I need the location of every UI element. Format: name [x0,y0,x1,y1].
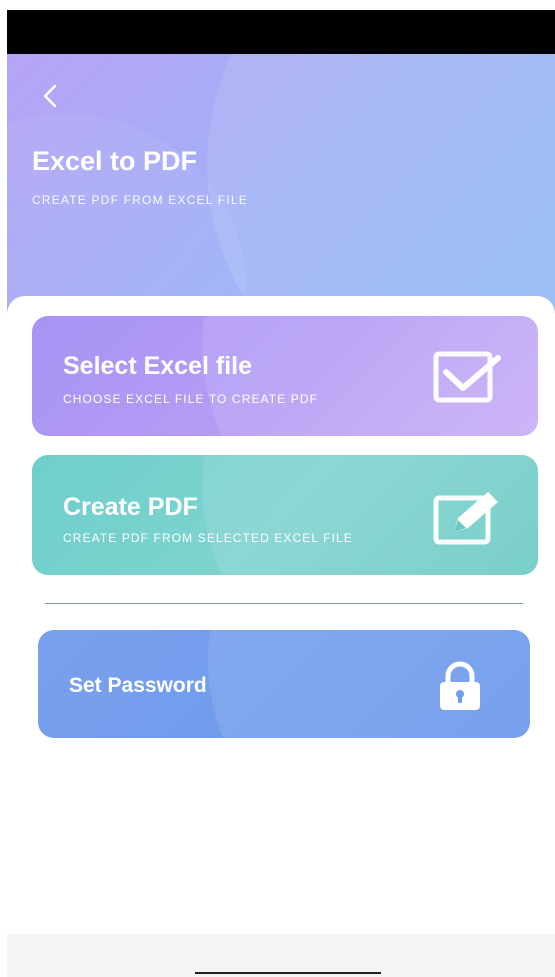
create-pdf-title: Create PDF [63,493,198,521]
set-password-button[interactable]: Set Password [38,630,530,738]
create-pdf-button[interactable]: Create PDF CREATE PDF FROM SELECTED EXCE… [32,455,538,575]
chevron-left-icon [43,84,57,108]
page-subtitle: CREATE PDF FROM EXCEL FILE [32,193,248,207]
edit-pencil-icon [433,492,498,545]
page-title: Excel to PDF [32,146,198,176]
select-excel-file-title: Select Excel file [63,352,253,380]
select-excel-file-subtitle: CHOOSE EXCEL FILE TO CREATE PDF [63,392,319,406]
back-button[interactable] [32,78,68,114]
set-password-title: Set Password [69,674,207,697]
navigation-bar [7,934,555,977]
create-pdf-subtitle: CREATE PDF FROM SELECTED EXCEL FILE [63,531,353,545]
screen: Excel to PDF CREATE PDF FROM EXCEL FILE … [0,0,555,977]
checkbox-icon [433,351,501,403]
status-bar [7,10,555,54]
divider [45,603,523,604]
lock-icon [440,661,480,710]
select-excel-file-button[interactable]: Select Excel file CHOOSE EXCEL FILE TO C… [32,316,538,436]
home-indicator[interactable] [195,972,381,974]
